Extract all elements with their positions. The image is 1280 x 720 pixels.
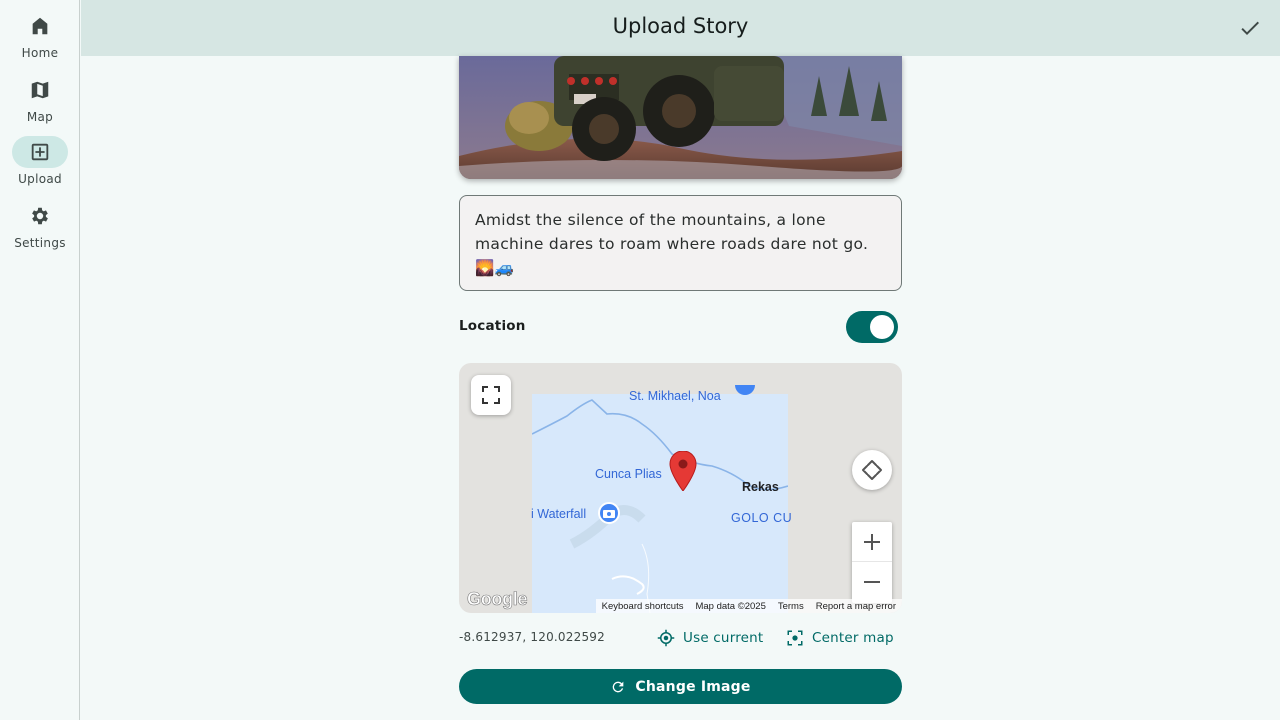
zoom-controls [852,522,892,603]
story-caption-field[interactable]: Amidst the silence of the mountains, a l… [459,195,902,291]
navigation-rail: Home Map Upload Settings [0,0,80,720]
map-data-attribution: Map data ©2025 [695,600,766,612]
location-toggle[interactable] [846,311,898,343]
change-image-label: Change Image [635,678,751,695]
map-place-label: St. Mikhael, Noa [629,389,721,403]
map-footer: Keyboard shortcuts Map data ©2025 Terms … [595,599,902,613]
map-place-label: i Waterfall [531,507,587,521]
report-map-error-link[interactable]: Report a map error [816,601,896,612]
offroad-vehicle-photo [459,56,902,179]
home-icon [32,17,48,35]
nav-label-home: Home [21,46,59,60]
map-icon [31,81,49,99]
center-focus-icon [787,630,803,646]
refresh-icon [613,681,624,692]
top-app-bar: Upload Story [81,0,1280,56]
map-tile [531,394,789,613]
toggle-knob [870,315,894,339]
terms-link[interactable]: Terms [778,601,804,612]
nav-item-settings[interactable]: Settings [0,200,80,256]
map-place-label: Cunca Plias [595,467,662,481]
plus-icon [864,533,880,550]
pan-control-button[interactable] [852,450,892,490]
location-marker-icon [669,451,697,491]
location-map[interactable]: St. Mikhael, Noa Cunca Plias Rekas i Wat… [459,363,902,613]
story-image [459,56,902,179]
map-place-label: Rekas [742,480,779,494]
coordinates-text: -8.612937, 120.022592 [459,630,605,644]
check-icon[interactable] [1238,16,1262,40]
my-location-icon [657,629,675,647]
fullscreen-button[interactable] [471,375,511,415]
change-image-button[interactable]: Change Image [459,669,902,704]
nav-item-home[interactable]: Home [0,10,80,66]
center-map-button[interactable]: Center map [786,628,894,648]
zoom-in-button[interactable] [852,522,892,562]
nav-item-map[interactable]: Map [0,74,80,130]
google-logo: Google [467,589,528,610]
fullscreen-icon [482,386,500,404]
minus-icon [864,581,880,583]
nav-label-map: Map [26,110,54,124]
map-poi-icon [735,385,755,395]
page-title: Upload Story [612,14,749,38]
zoom-out-button[interactable] [852,562,892,602]
nav-item-upload[interactable]: Upload [0,136,80,192]
nav-label-settings: Settings [14,236,66,250]
center-map-label: Center map [812,630,894,646]
keyboard-shortcuts-link[interactable]: Keyboard shortcuts [602,601,684,612]
use-current-label: Use current [683,630,764,646]
gear-icon [32,207,48,225]
location-label: Location [459,318,526,334]
map-place-label: GOLO CU [731,511,793,525]
add-box-icon [31,143,49,161]
camera-icon [598,502,620,524]
use-current-button[interactable]: Use current [657,628,763,648]
nav-label-upload: Upload [18,172,62,186]
pan-arrows-icon [862,460,882,480]
